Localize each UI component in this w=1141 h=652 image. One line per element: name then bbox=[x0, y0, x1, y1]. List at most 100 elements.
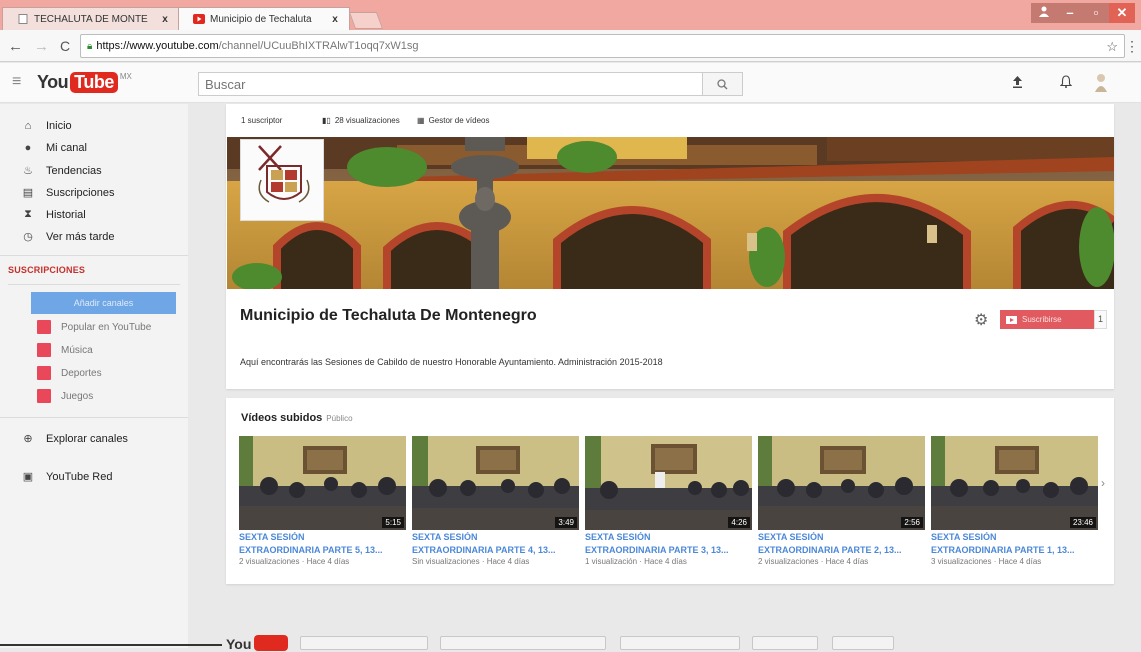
video-duration: 3:49 bbox=[555, 517, 577, 528]
sidebar-item-label: Inicio bbox=[46, 120, 72, 132]
subscription-item-sports[interactable]: Deportes bbox=[37, 366, 102, 380]
logo-region: MX bbox=[119, 72, 132, 81]
sidebar-item-label: Mi canal bbox=[46, 142, 87, 154]
hamburger-menu-icon[interactable]: ≡ bbox=[12, 73, 21, 91]
subscribe-label: Suscribirse bbox=[1022, 315, 1062, 324]
search-input[interactable] bbox=[198, 72, 703, 96]
footer: You bbox=[0, 630, 1141, 652]
video-thumbnail[interactable]: 5:15 bbox=[239, 436, 406, 530]
subscription-item-popular[interactable]: Popular en YouTube bbox=[37, 320, 151, 334]
back-arrow-icon[interactable]: ← bbox=[8, 38, 23, 55]
video-meta: 2 visualizaciones · Hace 4 días bbox=[758, 557, 869, 566]
video-title[interactable]: SEXTA SESIÓN bbox=[239, 532, 406, 543]
bookmark-star-icon[interactable]: ☆ bbox=[1106, 39, 1118, 55]
subscription-item-music[interactable]: Música bbox=[37, 343, 93, 357]
subscription-label: Juegos bbox=[61, 390, 94, 402]
video-thumbnail[interactable]: 23:46 bbox=[931, 436, 1098, 530]
uploads-section: Vídeos subidos Público 5:15 SEXTA SESIÓN… bbox=[226, 398, 1114, 584]
forward-arrow-icon[interactable]: → bbox=[34, 38, 49, 55]
video-title[interactable]: EXTRAORDINARIA PARTE 3, 13... bbox=[585, 545, 752, 556]
video-title[interactable]: EXTRAORDINARIA PARTE 1, 13... bbox=[931, 545, 1098, 556]
sidebar-item-label: YouTube Red bbox=[46, 470, 113, 483]
sidebar-item-home[interactable]: ⌂ Inicio bbox=[21, 120, 72, 132]
tab-close-button[interactable]: x bbox=[329, 14, 341, 25]
video-duration: 2:56 bbox=[901, 517, 923, 528]
youtube-header: ≡ You Tube MX bbox=[0, 63, 1141, 103]
youtube-logo[interactable]: You Tube MX bbox=[37, 72, 132, 93]
sidebar: ⌂ Inicio ● Mi canal ♨ Tendencias ▤ Suscr… bbox=[0, 104, 188, 648]
maximize-icon[interactable]: ▫ bbox=[1083, 3, 1109, 23]
footer-logo[interactable]: You bbox=[226, 636, 251, 652]
url-host: https://www.youtube.com bbox=[96, 40, 219, 52]
sidebar-item-label: Ver más tarde bbox=[46, 230, 115, 243]
bell-icon[interactable] bbox=[1059, 75, 1073, 91]
video-title[interactable]: EXTRAORDINARIA PARTE 2, 13... bbox=[758, 545, 925, 556]
hourglass-icon: ⧗ bbox=[24, 208, 32, 220]
upload-icon[interactable] bbox=[1012, 75, 1023, 91]
gamepad-icon bbox=[37, 389, 51, 403]
star-icon bbox=[37, 320, 51, 334]
search-button[interactable] bbox=[702, 72, 743, 96]
video-card[interactable]: 2:56 SEXTA SESIÓN EXTRAORDINARIA PARTE 2… bbox=[758, 436, 925, 566]
browser-menu-icon[interactable]: ⋮ bbox=[1125, 38, 1139, 55]
video-card[interactable]: 5:15 SEXTA SESIÓN EXTRAORDINARIA PARTE 5… bbox=[239, 436, 406, 566]
sidebar-item-youtube-red[interactable]: ▣ YouTube Red bbox=[21, 470, 113, 484]
sidebar-item-watch-later[interactable]: ◷ Ver más tarde bbox=[21, 230, 115, 244]
new-tab-button[interactable] bbox=[348, 12, 384, 29]
close-window-icon[interactable]: ✕ bbox=[1109, 3, 1135, 23]
video-title[interactable]: SEXTA SESIÓN bbox=[412, 532, 579, 543]
tab-close-button[interactable]: x bbox=[159, 14, 171, 25]
video-card[interactable]: 4:26 SEXTA SESIÓN EXTRAORDINARIA PARTE 3… bbox=[585, 436, 752, 566]
sidebar-item-subscriptions[interactable]: ▤ Suscripciones bbox=[21, 186, 115, 200]
subscriber-count: 1 suscriptor bbox=[241, 116, 282, 125]
sidebar-item-trending[interactable]: ♨ Tendencias bbox=[21, 164, 102, 178]
subscription-item-gaming[interactable]: Juegos bbox=[37, 389, 93, 403]
reload-icon[interactable]: C bbox=[60, 38, 70, 54]
sidebar-item-history[interactable]: ⧗ Historial bbox=[21, 208, 86, 221]
sidebar-divider bbox=[0, 417, 188, 418]
video-title[interactable]: SEXTA SESIÓN bbox=[931, 532, 1098, 543]
subscriber-count-label: 1 suscriptor bbox=[241, 116, 283, 125]
video-card[interactable]: 23:46 SEXTA SESIÓN EXTRAORDINARIA PARTE … bbox=[931, 436, 1098, 566]
clock-icon: ◷ bbox=[23, 231, 33, 243]
subscription-label: Popular en YouTube bbox=[61, 321, 152, 333]
sidebar-divider bbox=[8, 284, 180, 285]
video-title[interactable]: EXTRAORDINARIA PARTE 4, 13... bbox=[412, 545, 579, 556]
user-icon[interactable] bbox=[1031, 3, 1057, 23]
uploads-heading[interactable]: Vídeos subidos Público bbox=[241, 412, 353, 424]
video-manager-link[interactable]: ▦ Gestor de vídeos bbox=[417, 116, 489, 125]
subscriber-count-badge: 1 bbox=[1094, 310, 1107, 329]
video-thumbnail[interactable]: 3:49 bbox=[412, 436, 579, 530]
gear-icon[interactable]: ⚙ bbox=[974, 310, 988, 330]
video-manager-label: Gestor de vídeos bbox=[428, 116, 490, 125]
browser-tab[interactable]: TECHALUTA DE MONTE x bbox=[2, 7, 180, 30]
video-title[interactable]: SEXTA SESIÓN bbox=[758, 532, 925, 543]
video-duration: 4:26 bbox=[728, 517, 750, 528]
url-input[interactable]: 🔒︎ https://www.youtube.com/channel/UCuuB… bbox=[80, 34, 1125, 58]
sidebar-item-explore-channels[interactable]: ⊕ Explorar canales bbox=[21, 432, 128, 446]
sidebar-item-label: Tendencias bbox=[46, 164, 102, 177]
add-channels-button[interactable]: Añadir canales bbox=[31, 292, 176, 314]
channel-header-card: 1 suscriptor ▮▯ 28 visualizaciones ▦ Ges… bbox=[226, 104, 1114, 389]
video-thumbnail[interactable]: 2:56 bbox=[758, 436, 925, 530]
browser-tab-active[interactable]: Municipio de Techaluta x bbox=[178, 7, 350, 30]
lock-icon: 🔒︎ bbox=[87, 40, 93, 52]
sidebar-item-my-channel[interactable]: ● Mi canal bbox=[21, 142, 87, 154]
video-thumbnail[interactable]: 4:26 bbox=[585, 436, 752, 530]
channel-description: Aquí encontrarás las Sesiones de Cabildo… bbox=[240, 357, 663, 367]
youtube-red-icon: ▣ bbox=[22, 471, 34, 483]
chevron-right-icon[interactable]: › bbox=[1101, 476, 1105, 490]
video-title[interactable]: SEXTA SESIÓN bbox=[585, 532, 752, 543]
subscribe-button[interactable]: Suscribirse bbox=[1000, 310, 1094, 329]
flame-icon: ♨ bbox=[23, 165, 33, 177]
subscriptions-icon: ▤ bbox=[22, 187, 34, 199]
video-card[interactable]: 3:49 SEXTA SESIÓN EXTRAORDINARIA PARTE 4… bbox=[412, 436, 579, 566]
channel-avatar[interactable] bbox=[240, 139, 324, 221]
uploads-visibility: Público bbox=[326, 414, 353, 423]
bar-chart-icon: ▮▯ bbox=[322, 116, 331, 125]
account-avatar-icon[interactable] bbox=[1093, 72, 1109, 95]
video-title[interactable]: EXTRAORDINARIA PARTE 5, 13... bbox=[239, 545, 406, 556]
minimize-icon[interactable]: – bbox=[1057, 3, 1083, 23]
video-meta: 1 visualización · Hace 4 días bbox=[585, 557, 687, 566]
footer-logo-tube bbox=[254, 635, 288, 651]
